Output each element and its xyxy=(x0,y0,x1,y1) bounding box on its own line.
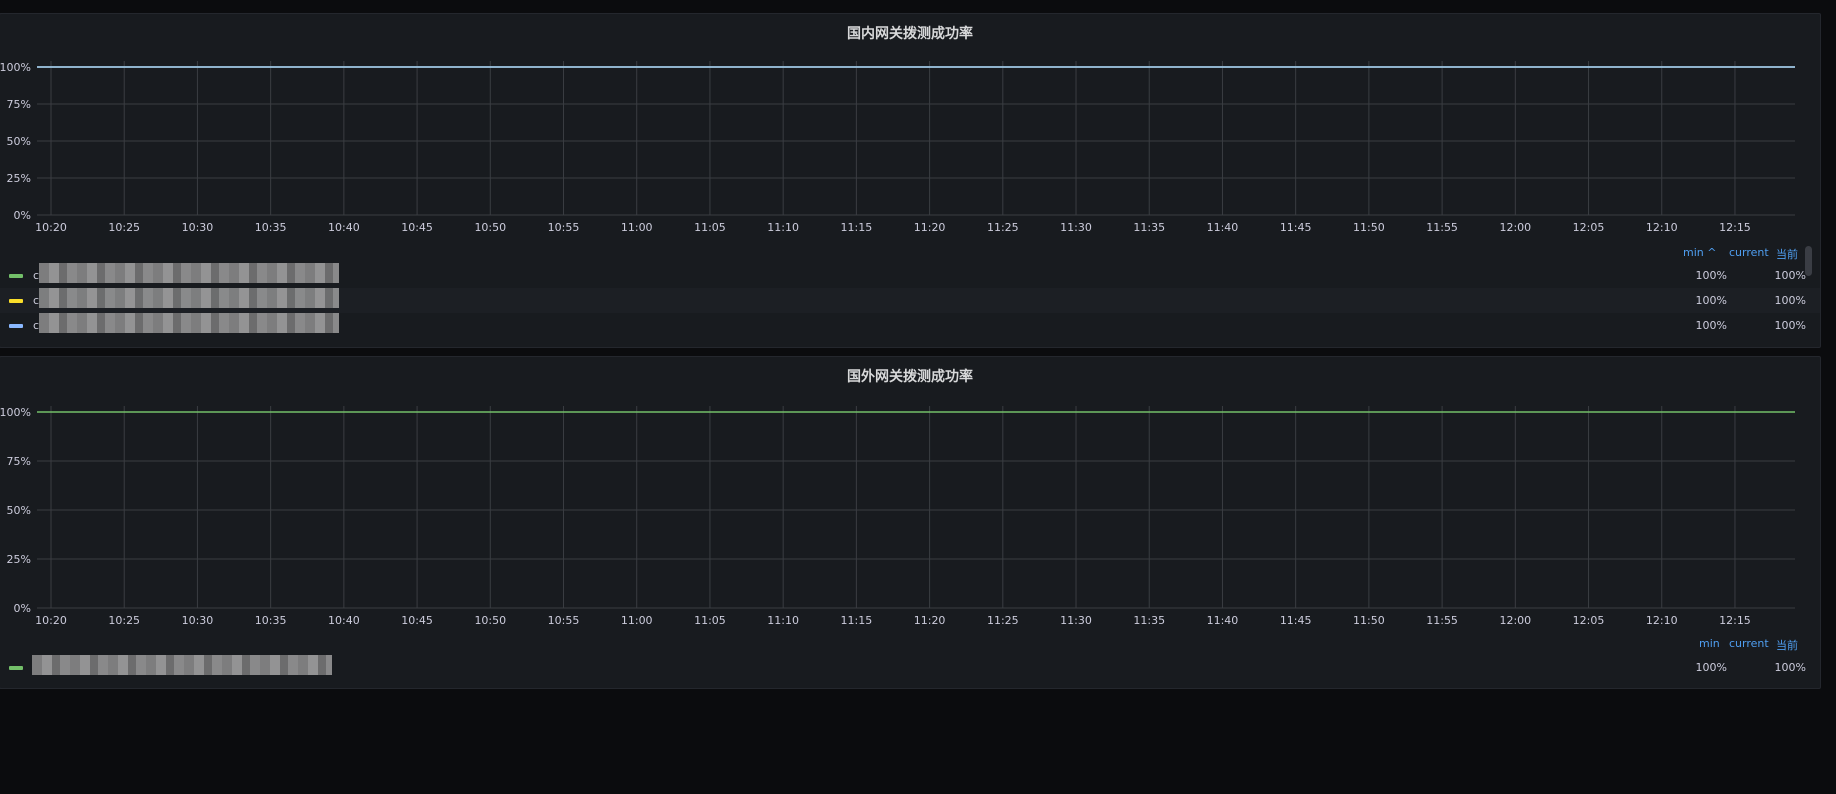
redacted-series-name xyxy=(32,655,332,675)
legend-row[interactable]: c 100% 100% xyxy=(0,288,1820,313)
series-color-swatch xyxy=(9,274,23,278)
x-tick-label: 10:20 xyxy=(35,221,67,234)
x-tick-label: 11:25 xyxy=(987,614,1019,627)
success-rate-panel-overseas: 国外网关拨测成功率 0% 25% 50% 75% 100% 10:20 10:25 10:30… xyxy=(0,356,1821,689)
x-tick-label: 11:05 xyxy=(694,221,726,234)
line-chart-domestic: 0% 25% 50% 75% 100% 10:20 10:25 10:30 10:35 10:40… xyxy=(0,61,1795,234)
legend-current-value: 100% xyxy=(1774,661,1806,674)
legend-current-value: 100% xyxy=(1774,269,1806,282)
redacted-series-name xyxy=(39,288,339,308)
x-tick-label: 10:55 xyxy=(548,614,580,627)
legend-row[interactable]: 100% 100% xyxy=(0,655,1820,680)
x-tick-label: 12:10 xyxy=(1646,221,1678,234)
x-tick-label: 11:40 xyxy=(1207,614,1239,627)
x-tick-label: 10:50 xyxy=(474,221,506,234)
x-tick-label: 12:00 xyxy=(1499,221,1531,234)
x-tick-label: 10:35 xyxy=(255,221,287,234)
x-tick-label: 11:55 xyxy=(1426,614,1458,627)
x-tick-label: 11:55 xyxy=(1426,221,1458,234)
x-tick-label: 12:10 xyxy=(1646,614,1678,627)
legend-min-value: 100% xyxy=(1695,269,1727,282)
x-tick-label: 10:45 xyxy=(401,221,433,234)
y-tick-label: 0% xyxy=(14,209,31,222)
success-rate-panel-domestic: 国内网关拨测成功率 0% 25% 50% 75% 100% 10:20 10:25 10:30… xyxy=(0,13,1821,348)
legend-sort-current[interactable]: current xyxy=(1729,637,1769,650)
y-tick-label: 75% xyxy=(7,455,31,468)
redacted-series-name xyxy=(39,313,339,333)
redacted-series-name xyxy=(39,263,339,283)
legend-scrollbar[interactable] xyxy=(1805,246,1812,276)
x-tick-label: 11:00 xyxy=(621,614,653,627)
x-tick-label: 12:15 xyxy=(1719,221,1751,234)
x-tick-label: 11:05 xyxy=(694,614,726,627)
x-tick-label: 11:10 xyxy=(767,614,799,627)
x-tick-label: 10:45 xyxy=(401,614,433,627)
x-tick-label: 11:45 xyxy=(1280,221,1312,234)
x-tick-label: 10:55 xyxy=(548,221,580,234)
legend-sort-min[interactable]: min xyxy=(1699,637,1720,650)
x-tick-label: 11:30 xyxy=(1060,221,1092,234)
y-tick-label: 50% xyxy=(7,135,31,148)
x-tick-label: 10:35 xyxy=(255,614,287,627)
x-tick-label: 11:30 xyxy=(1060,614,1092,627)
x-tick-label: 10:50 xyxy=(474,614,506,627)
x-tick-label: 10:20 xyxy=(35,614,67,627)
y-tick-label: 50% xyxy=(7,504,31,517)
legend-sort-min[interactable]: min ^ xyxy=(1683,246,1716,259)
line-chart-overseas: 0% 25% 50% 75% 100% 10:20 10:25 10:30 10:35 10:40… xyxy=(0,406,1795,627)
x-tick-label: 12:05 xyxy=(1573,221,1605,234)
x-tick-label: 11:20 xyxy=(914,614,946,627)
x-tick-label: 11:10 xyxy=(767,221,799,234)
x-tick-label: 11:35 xyxy=(1133,221,1165,234)
legend-row[interactable]: c 100% 100% xyxy=(0,263,1820,288)
y-tick-label: 0% xyxy=(14,602,31,615)
x-tick-label: 11:25 xyxy=(987,221,1019,234)
y-tick-label: 25% xyxy=(7,172,31,185)
x-tick-label: 11:35 xyxy=(1133,614,1165,627)
y-tick-label: 100% xyxy=(0,406,31,419)
x-tick-label: 10:30 xyxy=(182,614,214,627)
series-color-swatch xyxy=(9,666,23,670)
legend-header: min current 当前 xyxy=(0,637,1820,653)
x-tick-label: 10:25 xyxy=(108,221,140,234)
legend-sort-now[interactable]: 当前 xyxy=(1776,246,1798,262)
y-tick-label: 25% xyxy=(7,553,31,566)
legend-sort-now[interactable]: 当前 xyxy=(1776,637,1798,653)
y-tick-label: 75% xyxy=(7,98,31,111)
legend-header: min ^ current 当前 xyxy=(0,246,1820,262)
legend-current-value: 100% xyxy=(1774,319,1806,332)
legend-sort-current[interactable]: current xyxy=(1729,246,1769,259)
x-tick-label: 11:45 xyxy=(1280,614,1312,627)
x-tick-label: 10:25 xyxy=(108,614,140,627)
series-color-swatch xyxy=(9,324,23,328)
x-tick-label: 10:40 xyxy=(328,614,360,627)
legend-min-value: 100% xyxy=(1695,319,1727,332)
x-tick-label: 12:15 xyxy=(1719,614,1751,627)
legend-min-value: 100% xyxy=(1695,294,1727,307)
x-tick-label: 12:05 xyxy=(1573,614,1605,627)
series-color-swatch xyxy=(9,299,23,303)
x-tick-label: 11:50 xyxy=(1353,221,1385,234)
x-tick-label: 11:20 xyxy=(914,221,946,234)
x-tick-label: 11:15 xyxy=(841,221,873,234)
x-tick-label: 10:40 xyxy=(328,221,360,234)
x-tick-label: 11:50 xyxy=(1353,614,1385,627)
x-tick-label: 11:40 xyxy=(1207,221,1239,234)
legend-row[interactable]: c 100% 100% xyxy=(0,313,1820,338)
x-tick-label: 11:15 xyxy=(841,614,873,627)
x-tick-label: 11:00 xyxy=(621,221,653,234)
legend-min-value: 100% xyxy=(1695,661,1727,674)
y-tick-label: 100% xyxy=(0,61,31,74)
x-tick-label: 10:30 xyxy=(182,221,214,234)
x-tick-label: 12:00 xyxy=(1499,614,1531,627)
legend-current-value: 100% xyxy=(1774,294,1806,307)
